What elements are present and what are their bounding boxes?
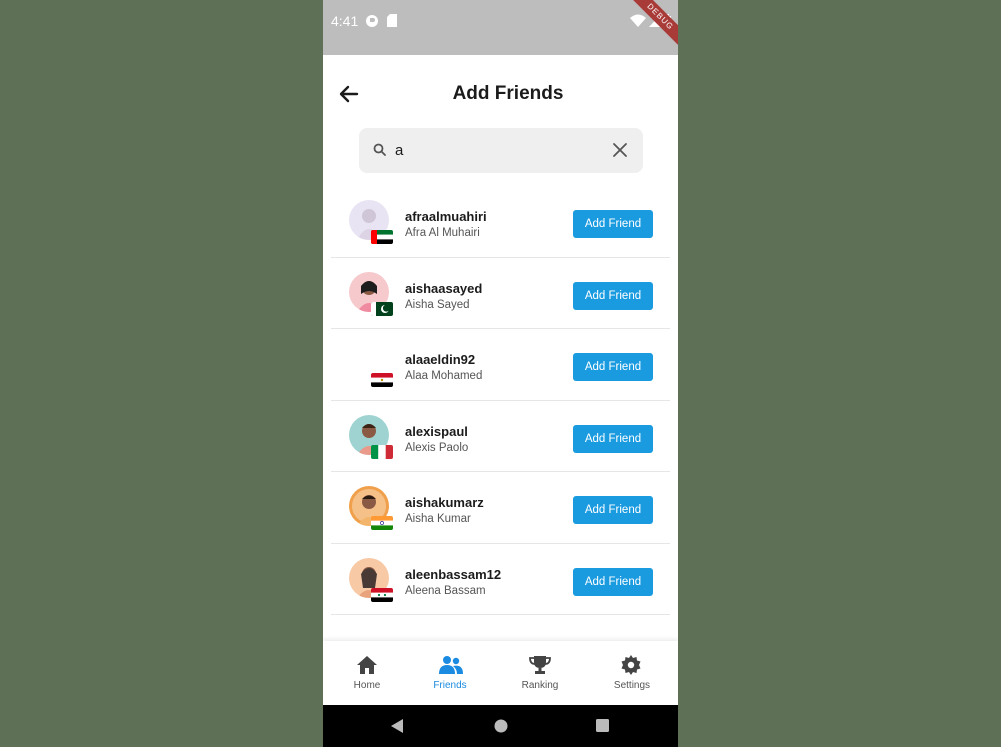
nav-label: Ranking — [521, 680, 559, 691]
full-name: Aisha Sayed — [405, 298, 470, 311]
uae-flag-icon — [371, 230, 393, 244]
sd-card-icon — [387, 14, 397, 32]
add-friend-button[interactable]: Add Friend — [573, 424, 653, 453]
add-friend-button[interactable]: Add Friend — [573, 567, 653, 596]
pakistan-flag-icon — [371, 301, 393, 316]
egypt-flag-icon — [371, 373, 393, 387]
nav-label: Settings — [613, 680, 651, 691]
home-circle-icon[interactable] — [493, 718, 509, 734]
username: aishaasayed — [405, 280, 483, 296]
add-friend-button[interactable]: Add Friend — [573, 496, 653, 524]
syria-flag-icon — [371, 587, 393, 602]
header: Add Friends — [323, 55, 678, 127]
list-item: alexispaul Alexis Paolo Add Friend — [331, 401, 670, 472]
list-item: aleenbassam12 Aleena Bassam Add Friend — [331, 544, 670, 615]
india-flag-icon — [371, 516, 393, 530]
app-status-icon — [365, 14, 379, 33]
italy-flag-icon — [371, 444, 393, 459]
recents-square-icon[interactable] — [595, 718, 610, 733]
full-name: Aleena Bassam — [405, 584, 486, 597]
nav-label: Friends — [433, 680, 467, 691]
friends-icon — [439, 656, 463, 674]
list-item: aishaasayed Aisha Sayed Add Friend — [331, 258, 670, 329]
username: aleenbassam12 — [405, 566, 502, 582]
full-name: Alexis Paolo — [405, 441, 469, 454]
status-bar: 4:41 DEBUG — [323, 0, 678, 55]
search-box[interactable] — [359, 128, 643, 173]
list-item: afraalmuahiri Afra Al Muhairi Add Friend — [331, 186, 670, 258]
search-icon — [373, 143, 386, 156]
gear-icon — [621, 655, 641, 675]
username: aishakumarz — [405, 495, 484, 510]
full-name: Afra Al Muhairi — [405, 227, 480, 239]
close-icon[interactable] — [612, 142, 628, 158]
back-triangle-icon[interactable] — [390, 718, 404, 734]
wifi-icon — [630, 14, 646, 32]
add-friend-button[interactable]: Add Friend — [573, 281, 653, 310]
list-item: aishakumarz Aisha Kumar Add Friend — [331, 472, 670, 544]
nav-item-ranking[interactable]: Ranking — [496, 641, 584, 705]
username: alaaeldin92 — [405, 352, 476, 367]
phone-screen: 4:41 DEBUG Add Friends a afraalmuahiri A… — [323, 0, 678, 747]
full-name: Alaa Mohamed — [405, 370, 483, 382]
full-name: Aisha Kumar — [405, 513, 471, 525]
username: afraalmuahiri — [405, 209, 487, 224]
add-friend-button[interactable]: Add Friend — [573, 353, 653, 381]
bottom-navigation: Home Friends Ranking Settings — [323, 641, 678, 705]
home-icon — [357, 656, 377, 674]
trophy-icon — [529, 656, 551, 674]
search-input[interactable] — [395, 138, 595, 162]
add-friend-button[interactable]: Add Friend — [573, 210, 653, 238]
friend-list: afraalmuahiri Afra Al Muhairi Add Friend… — [331, 186, 670, 615]
page-title: Add Friends — [452, 83, 564, 104]
username: alexispaul — [405, 423, 468, 439]
nav-label: Home — [353, 680, 381, 691]
nav-item-home[interactable]: Home — [323, 641, 411, 705]
status-time: 4:41 — [331, 13, 359, 29]
nav-item-settings[interactable]: Settings — [588, 641, 676, 705]
nav-item-friends[interactable]: Friends — [406, 641, 494, 705]
system-navigation-bar — [323, 705, 678, 747]
list-item: alaaeldin92 Alaa Mohamed Add Friend — [331, 329, 670, 401]
